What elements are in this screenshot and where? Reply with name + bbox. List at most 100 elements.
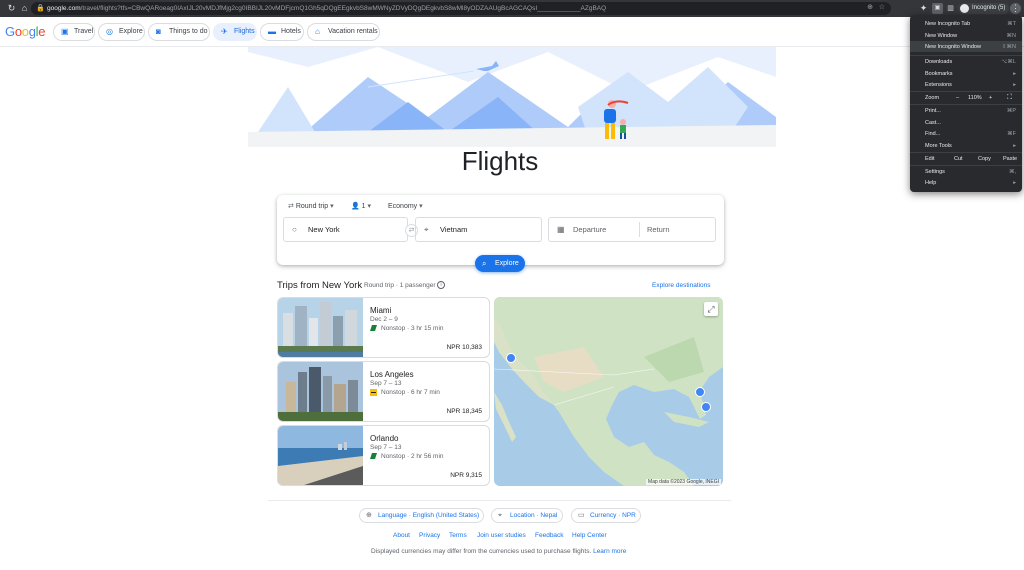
destinations-map[interactable]: ⤢ Map data ©2023 Google, INEGI: [494, 297, 723, 486]
map-marker-miami[interactable]: [701, 402, 711, 412]
profile-label: Incognito (5): [972, 5, 1006, 11]
explore-label: Explore: [495, 260, 519, 267]
menu-more-tools[interactable]: More Tools: [925, 143, 952, 149]
menu-new-incognito-window[interactable]: New Incognito Window: [925, 44, 981, 50]
camera-icon: ◙: [156, 27, 161, 36]
destination-input[interactable]: ⌖ Vietnam: [415, 217, 542, 242]
profile-chip[interactable]: Incognito (5): [958, 3, 1010, 14]
house-icon: ⌂: [315, 27, 320, 36]
tab-explore[interactable]: ◎ Explore: [98, 23, 145, 41]
currency-button[interactable]: ▭ Currency · NPR: [571, 508, 641, 523]
home-icon[interactable]: ⌂: [19, 3, 30, 14]
menu-shortcut: ⌘N: [1006, 33, 1016, 39]
menu-downloads[interactable]: Downloads: [925, 59, 952, 65]
address-bar[interactable]: 🔒 google.com/travel/flights?tfs=CBwQARoe…: [31, 2, 891, 15]
menu-cast[interactable]: Cast...: [925, 120, 941, 126]
currency-icon: ▭: [578, 512, 585, 519]
trip-type-select[interactable]: ⇄ Round trip ▾: [288, 202, 334, 210]
footer-link-about[interactable]: About: [393, 532, 410, 539]
learn-more-link[interactable]: Learn more: [593, 548, 626, 555]
zoom-icon[interactable]: ⊕: [867, 3, 873, 11]
divider: [639, 222, 640, 237]
tab-hotels[interactable]: ▬ Hotels: [260, 23, 304, 41]
explore-icon: ◎: [106, 27, 113, 36]
globe-icon: ⊕: [366, 512, 372, 519]
menu-edit-label: Edit: [925, 156, 935, 162]
miami-photo: [278, 298, 363, 357]
trip-price: NPR 9,315: [450, 472, 482, 479]
extensions-icon[interactable]: ✦: [918, 3, 929, 14]
fullscreen-icon[interactable]: ⛶: [1007, 94, 1012, 102]
chevron-down-icon: ▾: [367, 203, 372, 210]
menu-separator: [910, 152, 1022, 153]
menu-shortcut: ⌘T: [1007, 21, 1016, 27]
tab-things-to-do[interactable]: ◙ Things to do: [148, 23, 210, 41]
language-button[interactable]: ⊕ Language · English (United States): [359, 508, 484, 523]
currency-disclaimer: Displayed currencies may differ from the…: [371, 548, 626, 555]
browser-toolbar: ↻ ⌂ 🔒 google.com/travel/flights?tfs=CBwQ…: [0, 0, 1024, 17]
trip-stops: Nonstop · 6 hr 7 min: [381, 389, 440, 396]
menu-print[interactable]: Print...: [925, 108, 941, 114]
menu-paste-button[interactable]: Paste: [1003, 156, 1017, 162]
menu-help[interactable]: Help: [925, 180, 936, 186]
tab-flights[interactable]: ✈ Flights: [213, 23, 257, 41]
menu-separator: [910, 104, 1022, 105]
explore-button[interactable]: ⌕ Explore: [475, 255, 525, 272]
swap-arrows-icon: ⇄: [408, 227, 415, 234]
return-field[interactable]: Return: [647, 218, 670, 241]
expand-map-button[interactable]: ⤢: [704, 302, 718, 316]
location-pin-icon: ⌖: [498, 512, 502, 519]
trip-card-miami[interactable]: Miami Dec 2 – 9 Nonstop · 3 hr 15 min NP…: [277, 297, 490, 358]
origin-input[interactable]: ○ New York: [283, 217, 408, 242]
menu-cut-button[interactable]: Cut: [954, 156, 963, 162]
cabin-select[interactable]: Economy ▾: [388, 202, 423, 210]
menu-new-incognito-tab[interactable]: New Incognito Tab: [925, 21, 970, 27]
footer-link-terms[interactable]: Terms: [449, 532, 467, 539]
trips-title: Trips from New York: [277, 280, 363, 291]
info-icon[interactable]: i: [437, 281, 445, 289]
sidepanel-icon[interactable]: ▥: [945, 3, 956, 14]
trip-card-los-angeles[interactable]: Los Angeles Sep 7 – 13 Nonstop · 6 hr 7 …: [277, 361, 490, 422]
footer-link-privacy[interactable]: Privacy: [419, 532, 440, 539]
more-menu-icon[interactable]: ⋮: [1010, 3, 1021, 14]
date-range-input[interactable]: ▦ Departure Return: [548, 217, 716, 242]
tab-vacation-rentals[interactable]: ⌂ Vacation rentals: [307, 23, 380, 41]
footer-link-join-user-studies[interactable]: Join user studies: [477, 532, 526, 539]
incognito-icon: [960, 4, 969, 13]
menu-bookmarks[interactable]: Bookmarks: [925, 71, 953, 77]
menu-extensions[interactable]: Extensions: [925, 82, 952, 88]
trip-stops: Nonstop · 3 hr 15 min: [381, 325, 444, 332]
menu-new-window[interactable]: New Window: [925, 33, 957, 39]
explore-destinations-link[interactable]: Explore destinations: [652, 282, 711, 289]
bookmark-star-icon[interactable]: ☆: [879, 3, 885, 11]
tab-travel[interactable]: ▣ Travel: [53, 23, 95, 41]
map-marker-los-angeles[interactable]: [506, 353, 516, 363]
menu-find[interactable]: Find...: [925, 131, 940, 137]
trip-city: Miami: [370, 306, 392, 315]
map-canvas[interactable]: [494, 297, 723, 486]
extension-badge-icon[interactable]: ▣: [932, 3, 943, 14]
bed-icon: ▬: [268, 27, 276, 36]
trip-price: NPR 18,345: [446, 408, 482, 415]
footer-divider: [268, 500, 731, 501]
menu-shortcut: ⌘P: [1006, 108, 1016, 114]
location-button[interactable]: ⌖ Location · Nepal: [491, 508, 563, 523]
origin-circle-icon: ○: [292, 225, 297, 234]
trips-subtitle: Round trip · 1 passenger: [364, 282, 436, 289]
footer-link-feedback[interactable]: Feedback: [535, 532, 564, 539]
airline-logo-icon: [370, 389, 377, 396]
trip-card-orlando[interactable]: Orlando Sep 7 – 13 Nonstop · 2 hr 56 min…: [277, 425, 490, 486]
plane-icon: ✈: [221, 27, 228, 36]
menu-settings[interactable]: Settings: [925, 169, 945, 175]
zoom-out-button[interactable]: –: [956, 95, 959, 101]
reload-icon[interactable]: ↻: [6, 3, 17, 14]
google-logo[interactable]: Google: [5, 24, 45, 39]
passengers-select[interactable]: 👤 1 ▾: [351, 202, 371, 210]
map-marker-orlando[interactable]: [695, 387, 705, 397]
menu-copy-button[interactable]: Copy: [978, 156, 991, 162]
zoom-in-button[interactable]: +: [989, 95, 992, 101]
departure-field[interactable]: Departure: [573, 225, 606, 234]
submenu-arrow-icon: ▸: [1013, 143, 1016, 149]
menu-zoom-label: Zoom: [925, 95, 940, 101]
footer-link-help-center[interactable]: Help Center: [572, 532, 607, 539]
